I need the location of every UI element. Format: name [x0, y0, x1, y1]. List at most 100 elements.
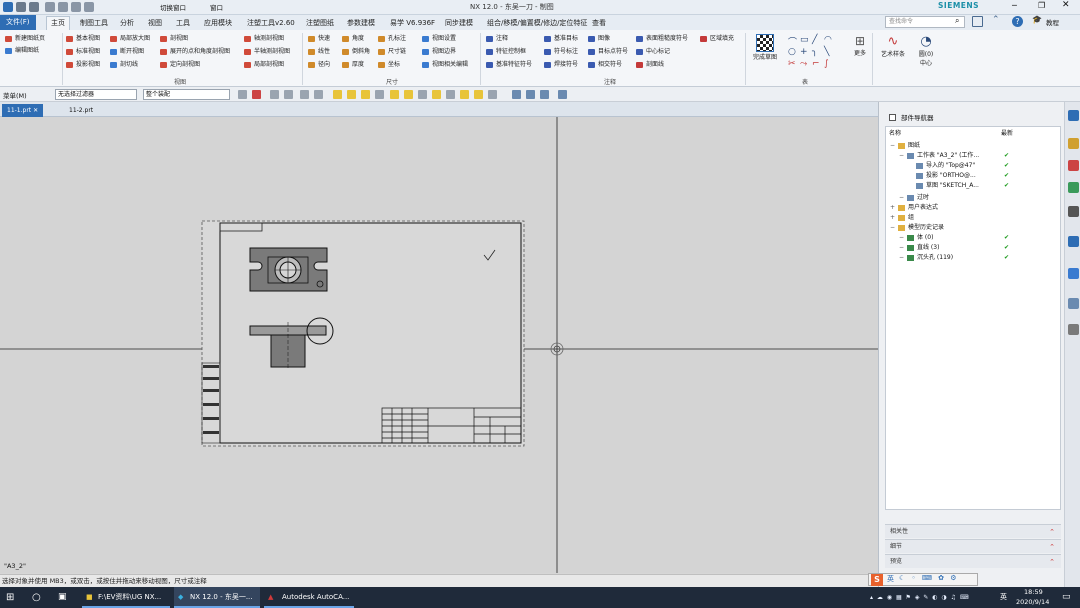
type-filter-select[interactable]: 无选择过滤器 — [55, 89, 137, 100]
arc-icon[interactable]: ◠ — [824, 35, 832, 45]
view-boundary-button[interactable]: 视图边界 — [422, 47, 456, 57]
projected-view-button[interactable]: 投影视图 — [66, 60, 100, 70]
image-button[interactable]: 图像 — [588, 34, 610, 44]
paste-icon[interactable] — [71, 2, 81, 12]
expand-toggle-icon[interactable]: + — [890, 213, 895, 223]
local-section-button[interactable]: 局部剖视图 — [244, 60, 284, 70]
base-view-button[interactable]: 基本视图 — [66, 34, 100, 44]
scope-select[interactable]: 整个装配 — [143, 89, 230, 100]
render-style-icon[interactable] — [540, 90, 549, 99]
snap-grid-icon[interactable] — [460, 90, 469, 99]
switch-window-button[interactable]: 切换窗口 — [160, 2, 186, 12]
tree-row[interactable]: + 用户表达式 — [886, 203, 1060, 213]
circle-button[interactable]: ◔ 圆(0) 中心 — [912, 34, 940, 67]
datum-feature-button[interactable]: 基准特征符号 — [486, 60, 532, 70]
section-preview[interactable]: 预览 ⌃ — [885, 554, 1061, 568]
ribbon-collapse-icon[interactable]: ⌃ — [992, 15, 1000, 25]
expand-toggle-icon[interactable]: − — [899, 243, 904, 253]
deselect-icon[interactable] — [270, 90, 279, 99]
area-fill-button[interactable]: 区域填充 — [700, 34, 734, 44]
tab-yixue[interactable]: 易学 V6.936F — [386, 17, 439, 29]
undo-icon[interactable] — [16, 2, 26, 12]
search-icon[interactable]: ○ — [32, 587, 41, 608]
select-all-icon[interactable] — [252, 90, 261, 99]
datum-target-button[interactable]: 基准目标 — [544, 34, 578, 44]
taskbar-app-explorer[interactable]: ■ F:\EV资料\UG NX... — [82, 587, 170, 608]
note-button[interactable]: 注释 — [486, 34, 508, 44]
tab-view-2[interactable]: 查看 — [588, 17, 610, 29]
unfolded-section-button[interactable]: 展开的点和角度剖视图 — [160, 47, 230, 57]
snap-existing-point-icon[interactable] — [446, 90, 455, 99]
pin-icon[interactable] — [889, 114, 896, 121]
surface-finish-button[interactable]: 表面粗糙度符号 — [636, 34, 688, 44]
clock-time[interactable]: 18:59 — [1024, 588, 1043, 596]
tutorial-icon[interactable]: 🎓 — [1032, 15, 1042, 24]
fullscreen-icon[interactable] — [972, 16, 983, 27]
view-orient-icon[interactable] — [512, 90, 521, 99]
command-search-input[interactable]: 查找命令 — [885, 16, 965, 28]
view-settings-button[interactable]: 视图设置 — [422, 34, 456, 44]
tree-row[interactable]: − 模型历史记录 — [886, 223, 1060, 233]
snap-intersection-icon[interactable] — [375, 90, 384, 99]
taskbar-app-autocad[interactable]: ▲ Autodesk AutoCA... — [264, 587, 354, 608]
task-view-icon[interactable]: ▣ — [58, 587, 67, 608]
snap-quadrant-icon[interactable] — [404, 90, 413, 99]
snap-arc-center-icon[interactable] — [390, 90, 399, 99]
hd3d-icon[interactable] — [1068, 206, 1079, 217]
zoom-fit-icon[interactable] — [526, 90, 535, 99]
hole-callout-button[interactable]: 孔标注 — [378, 34, 406, 44]
tab-mold-drawing[interactable]: 注塑图纸 — [302, 17, 338, 29]
fillet-icon[interactable]: ╮ — [812, 47, 817, 57]
undo-select-icon[interactable] — [284, 90, 293, 99]
history-icon[interactable] — [1068, 268, 1079, 279]
finish-sketch-button[interactable]: 完成草图 — [750, 34, 780, 61]
tree-row[interactable]: + 组 — [886, 213, 1060, 223]
corner-icon[interactable]: ⌐ — [812, 59, 820, 69]
snap-point-on-curve-icon[interactable] — [432, 90, 441, 99]
tree-row[interactable]: − 体 (0) ✔ — [886, 233, 1060, 243]
copy-icon[interactable] — [58, 2, 68, 12]
windows-start-icon[interactable]: ⊞ — [6, 587, 14, 608]
target-point-button[interactable]: 目标点符号 — [588, 47, 628, 57]
minimize-icon[interactable]: ─ — [1012, 1, 1017, 10]
col-header-latest[interactable]: 最新 — [1001, 129, 1013, 139]
tree-row[interactable]: − 沉头孔 (119) ✔ — [886, 253, 1060, 263]
snap-midpoint-icon[interactable] — [347, 90, 356, 99]
search-icon[interactable]: ⌕ — [955, 16, 959, 26]
section-dependencies[interactable]: 相关性 ⌃ — [885, 524, 1061, 538]
tree-row[interactable]: 投影 "ORTHO@... ✔ — [886, 171, 1060, 181]
menu-button[interactable]: 菜单(M) — [3, 90, 27, 100]
center-mark-button[interactable]: 中心标记 — [636, 47, 670, 57]
line-icon[interactable]: ╱ — [812, 35, 817, 45]
doc-tab-11-1[interactable]: 11-1.prt ✕ — [2, 104, 44, 117]
tree-row[interactable]: − 过时 — [886, 193, 1060, 203]
standard-view-button[interactable]: 标准视图 — [66, 47, 100, 57]
angular-dim-button[interactable]: 角度 — [342, 34, 364, 44]
maximize-icon[interactable]: ❐ — [1038, 1, 1045, 10]
snap-bounded-icon[interactable] — [474, 90, 483, 99]
snap-control-icon[interactable] — [361, 90, 370, 99]
fcf-button[interactable]: 特征控制框 — [486, 47, 526, 57]
tab-tools[interactable]: 工具 — [172, 17, 194, 29]
expand-toggle-icon[interactable]: − — [899, 193, 904, 203]
art-spline-button[interactable]: ∿ 艺术样条 — [876, 34, 910, 58]
graphics-canvas[interactable]: "A3_2" — [0, 117, 878, 573]
roles-icon[interactable] — [1068, 324, 1079, 335]
snap-endpoint-icon[interactable] — [333, 90, 342, 99]
close-tab-icon[interactable]: ✕ — [33, 107, 38, 114]
tray-icons[interactable]: ▴ ☁ ◉ ▦ ⚑ ◈ ✎ ◐ ◑ ♫ ⌨ — [870, 587, 970, 608]
tab-mold-tools[interactable]: 注塑工具v2.60 — [243, 17, 299, 29]
edit-sheet-button[interactable]: 编辑图纸 — [5, 46, 39, 56]
chamfer-icon[interactable]: ╲ — [824, 47, 829, 57]
section-details[interactable]: 细节 ⌃ — [885, 539, 1061, 553]
view-edit-button[interactable]: 视图相关编辑 — [422, 60, 468, 70]
detail-view-button[interactable]: 局部放大图 — [110, 34, 150, 44]
expand-toggle-icon[interactable]: − — [899, 253, 904, 263]
section-view-button[interactable]: 剖视图 — [160, 34, 188, 44]
window-menu-button[interactable]: 窗口 — [210, 2, 223, 12]
thickness-dim-button[interactable]: 厚度 — [342, 60, 364, 70]
weld-symbol-button[interactable]: 焊接符号 — [544, 60, 578, 70]
hatch-button[interactable]: 剖面线 — [636, 60, 664, 70]
new-sheet-button[interactable]: 新建图纸页 — [5, 34, 45, 44]
ime-indicator[interactable]: 英 — [1000, 587, 1007, 608]
